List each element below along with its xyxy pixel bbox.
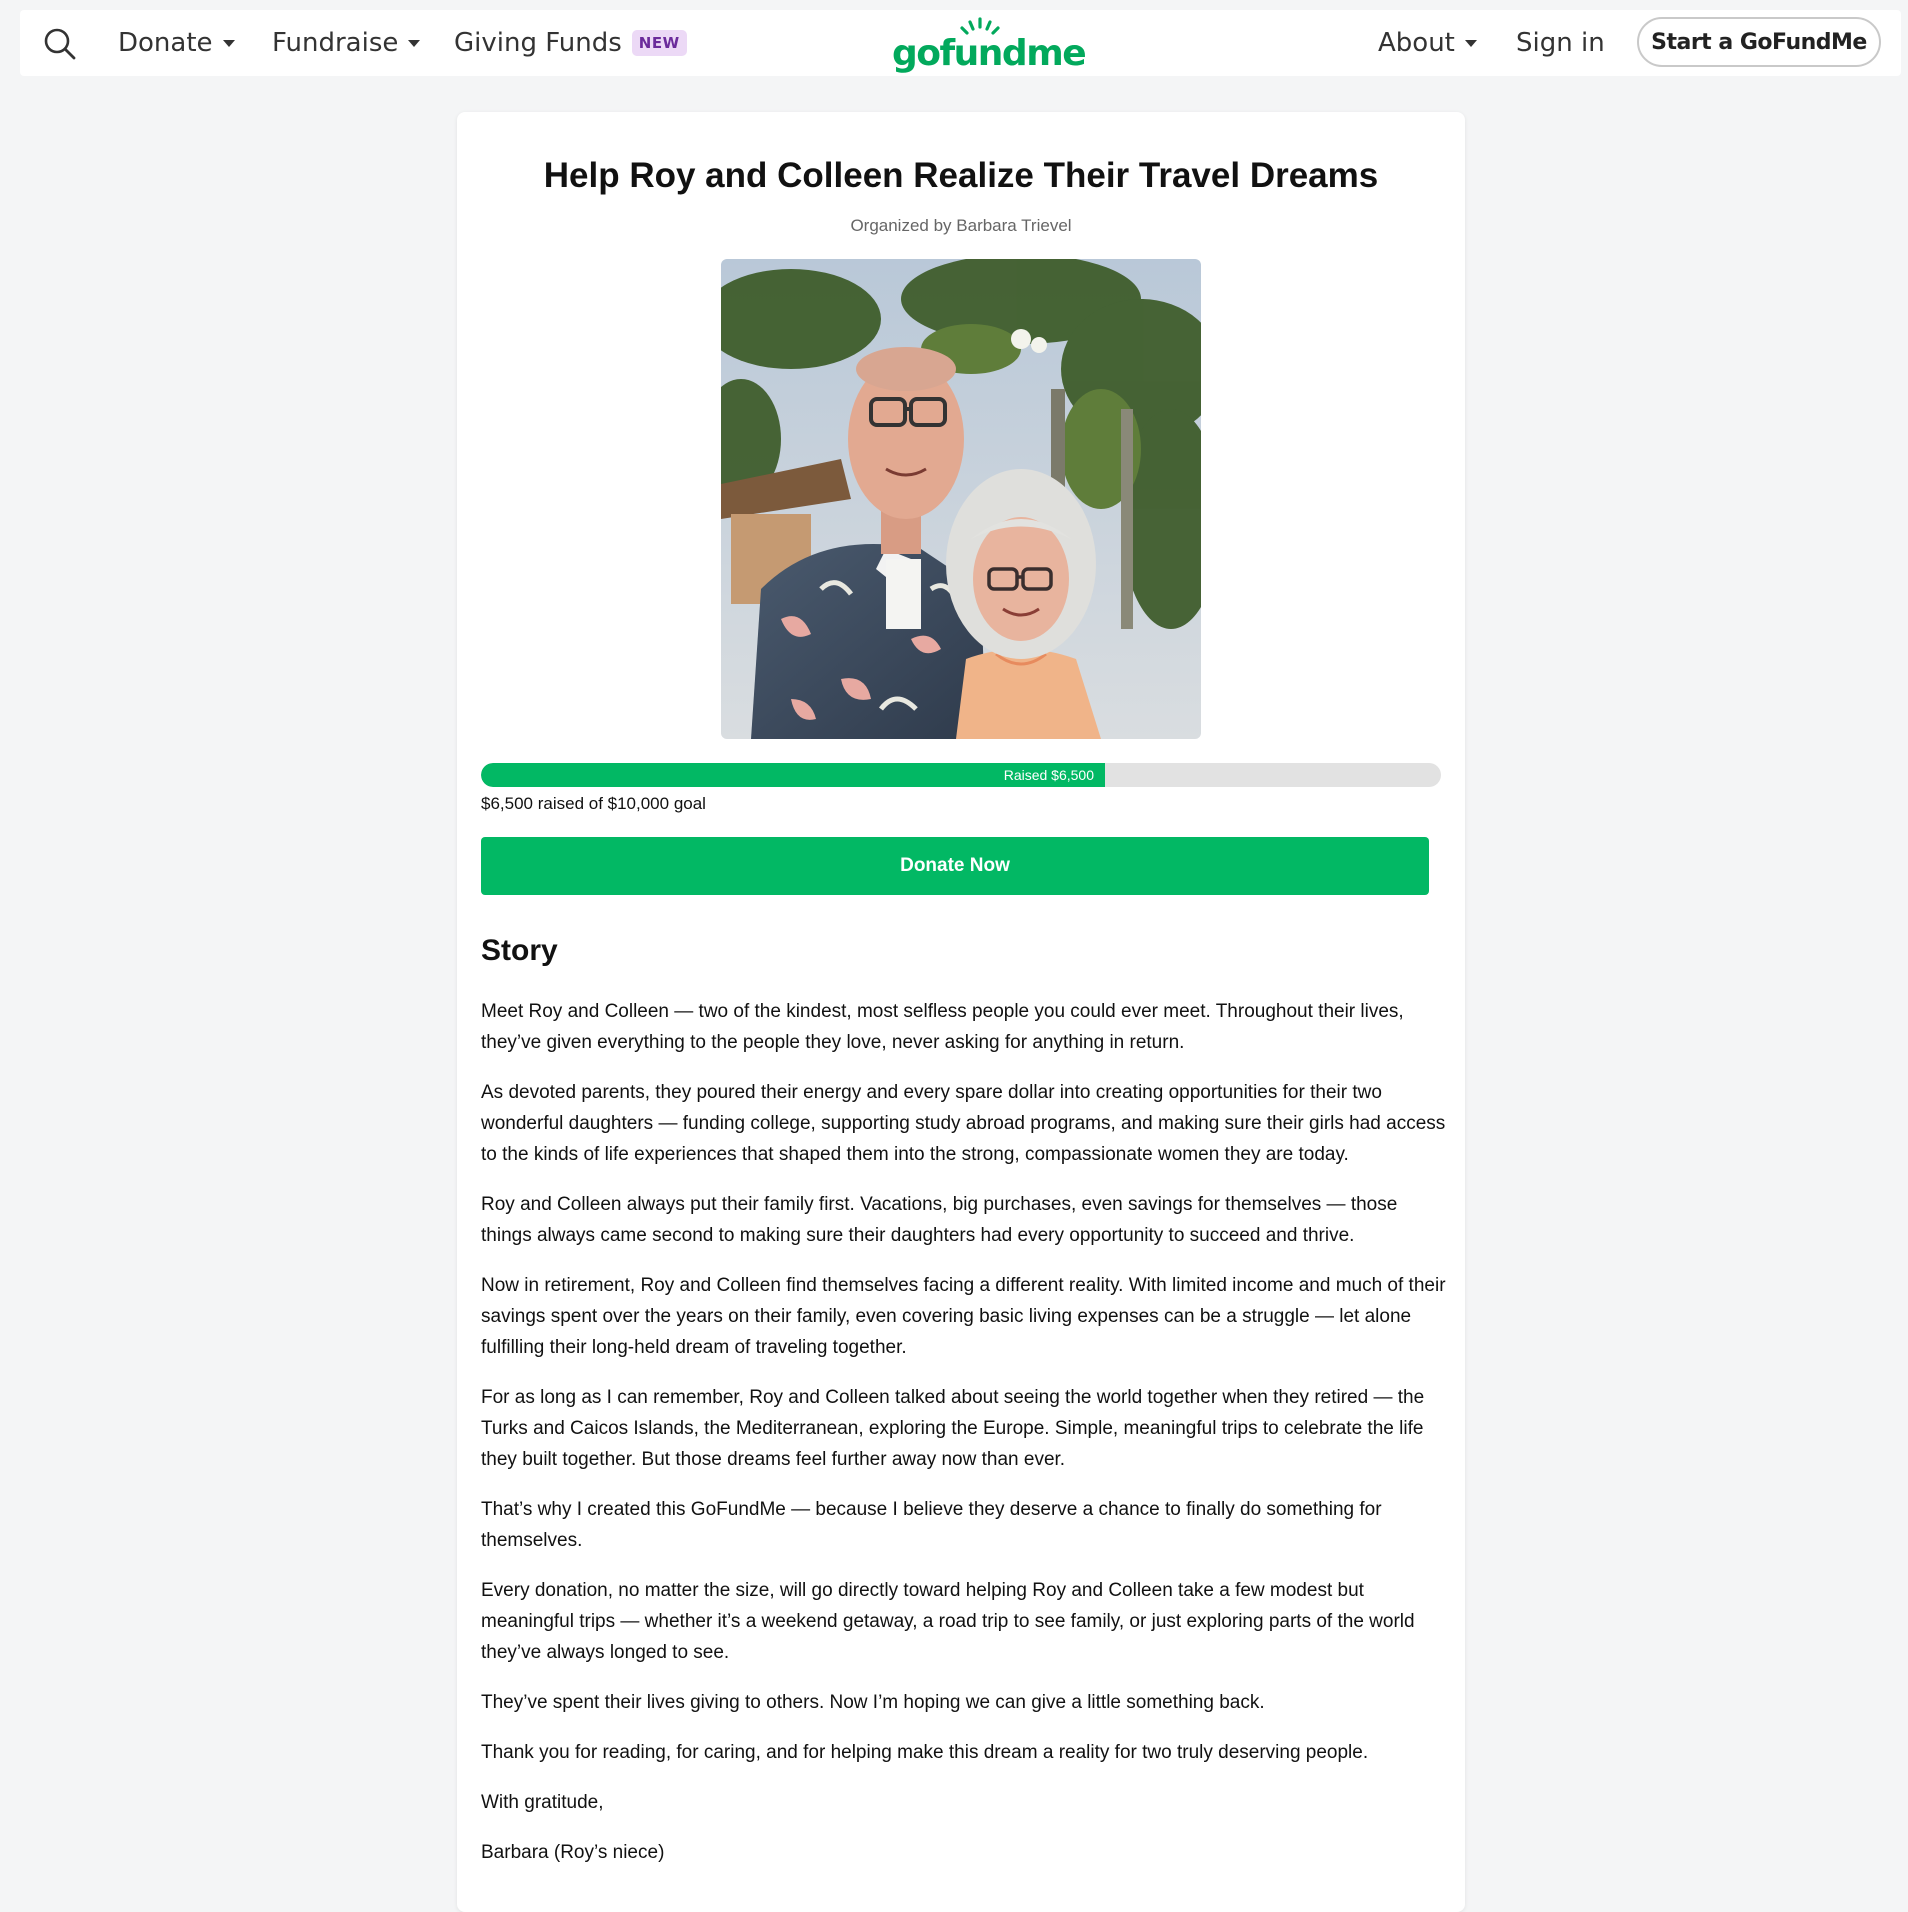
chevron-down-icon — [222, 39, 235, 47]
story-paragraph: Roy and Colleen always put their family … — [481, 1194, 1398, 1246]
nav-sign-in-label: Sign in — [1516, 28, 1605, 58]
nav-sign-in-link[interactable]: Sign in — [1516, 10, 1605, 76]
couple-photo-illustration — [721, 259, 1201, 739]
nav-giving-funds-link[interactable]: Giving Funds NEW — [454, 10, 687, 76]
nav-fundraise-menu[interactable]: Fundraise — [272, 10, 421, 76]
nav-donate-label: Donate — [118, 28, 213, 58]
donate-now-button[interactable]: Donate Now — [481, 837, 1429, 895]
start-gofundme-button[interactable]: Start a GoFundMe — [1637, 17, 1881, 67]
nav-donate-menu[interactable]: Donate — [118, 10, 235, 76]
organizer-text: Organized by Barbara Trievel — [850, 216, 1072, 235]
story-paragraph: That’s why I created this GoFundMe — bec… — [481, 1499, 1382, 1551]
progress-bar-label: Raised $6,500 — [1003, 767, 1094, 783]
campaign-card: Help Roy and Colleen Realize Their Trave… — [457, 112, 1465, 1912]
raised-amount-text: $6,500 raised of $10,000 goal — [481, 794, 706, 813]
chevron-down-icon — [1464, 39, 1477, 47]
nav-about-label: About — [1378, 28, 1455, 58]
story-paragraph: Thank you for reading, for caring, and f… — [481, 1742, 1369, 1763]
nav-about-menu[interactable]: About — [1378, 10, 1477, 76]
gofundme-logo[interactable]: gofundme — [892, 16, 1087, 76]
story-paragraph: Meet Roy and Colleen — two of the kindes… — [481, 1001, 1404, 1053]
progress-bar: Raised $6,500 — [481, 763, 1441, 787]
campaign-title: Help Roy and Colleen Realize Their Trave… — [543, 156, 1379, 195]
top-navigation: Donate Fundraise Giving Funds NEW gofund… — [20, 10, 1901, 76]
story-paragraph: Now in retirement, Roy and Colleen find … — [481, 1275, 1446, 1358]
progress-bar-fill: Raised $6,500 — [481, 763, 1105, 787]
story-paragraph: They’ve spent their lives giving to othe… — [481, 1692, 1265, 1713]
story-paragraph: Barbara (Roy’s niece) — [481, 1842, 665, 1863]
nav-fundraise-label: Fundraise — [272, 28, 399, 58]
nav-giving-funds-label: Giving Funds — [454, 28, 622, 58]
chevron-down-icon — [408, 39, 421, 47]
campaign-photo[interactable] — [721, 259, 1201, 739]
search-icon[interactable] — [42, 26, 78, 62]
new-badge: NEW — [631, 30, 687, 56]
story-paragraph: With gratitude, — [481, 1792, 604, 1813]
logo-wordmark: gofundme — [892, 33, 1087, 74]
story-paragraph: Every donation, no matter the size, will… — [481, 1580, 1415, 1663]
story-paragraph: For as long as I can remember, Roy and C… — [481, 1387, 1425, 1470]
story-heading: Story — [481, 934, 558, 967]
story-body: Meet Roy and Colleen — two of the kindes… — [481, 996, 1446, 1887]
story-paragraph: As devoted parents, they poured their en… — [481, 1082, 1446, 1165]
